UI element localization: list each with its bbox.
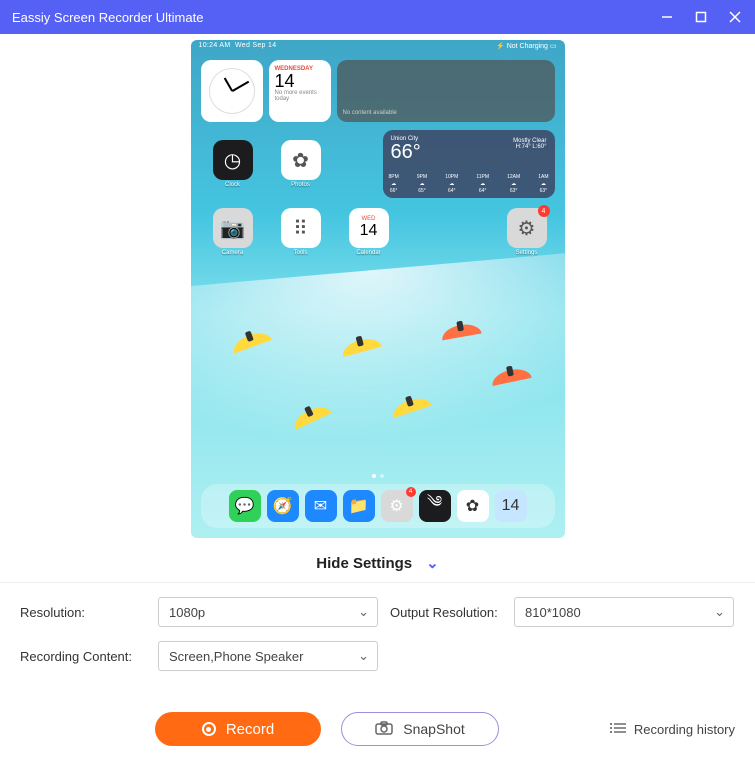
output-resolution-value: 810*1080 bbox=[525, 605, 581, 620]
app-row-2: 📷 Camera ⠿ Tools WED14 Calendar bbox=[213, 208, 389, 256]
badge: 4 bbox=[406, 487, 416, 497]
hide-settings-toggle[interactable]: Hide Settings ⌄ bbox=[0, 544, 755, 582]
surfer-graphic bbox=[290, 402, 331, 430]
app-calendar: WED14 Calendar bbox=[349, 208, 389, 256]
weather-hour: 8PM☁66° bbox=[389, 174, 399, 194]
resolution-label: Resolution: bbox=[20, 605, 146, 620]
weather-hourly: 8PM☁66° 9PM☁65° 10PM☁64° 11PM☁64° 12AM☁63° 1A… bbox=[389, 174, 549, 194]
placeholder-widget: No content available bbox=[337, 60, 555, 122]
status-date: Wed Sep 14 bbox=[235, 42, 276, 49]
ipad-statusbar: 10:24 AM Wed Sep 14 ⚡ Not Charging ▭ bbox=[191, 40, 565, 56]
action-row: Record SnapShot Recording history bbox=[0, 699, 755, 759]
app-clock: ◷ Clock bbox=[213, 140, 253, 188]
toggle-label: Hide Settings bbox=[316, 555, 412, 572]
ipad-mirror: 10:24 AM Wed Sep 14 ⚡ Not Charging ▭ WED… bbox=[191, 40, 565, 538]
widget-row: WEDNESDAY 14 No more events today No con… bbox=[201, 60, 555, 122]
weather-widget: Union City 66° Mostly Clear H:74° L:60° … bbox=[383, 130, 555, 198]
record-label: Record bbox=[226, 721, 274, 738]
camera-icon: 📷 bbox=[213, 208, 253, 248]
app-label: Photos bbox=[291, 182, 310, 188]
output-resolution-label: Output Resolution: bbox=[390, 605, 502, 620]
device-preview-area: 10:24 AM Wed Sep 14 ⚡ Not Charging ▭ WED… bbox=[0, 34, 755, 544]
app-label: Camera bbox=[222, 250, 243, 256]
chevron-down-icon: ⌄ bbox=[426, 554, 439, 572]
app-label: Clock bbox=[225, 182, 240, 188]
record-button[interactable]: Record bbox=[155, 712, 321, 746]
recording-content-label: Recording Content: bbox=[20, 649, 146, 664]
resolution-value: 1080p bbox=[169, 605, 205, 620]
app-row-2-right: ⚙4Settings bbox=[507, 208, 547, 256]
tools-icon: ⠿ bbox=[281, 208, 321, 248]
page-indicator bbox=[372, 474, 384, 478]
app-photos: ✿ Photos bbox=[281, 140, 321, 188]
app-title: Eassiy Screen Recorder Ultimate bbox=[12, 10, 659, 25]
record-icon bbox=[202, 722, 216, 736]
clock-widget bbox=[201, 60, 263, 122]
snapshot-button[interactable]: SnapShot bbox=[341, 712, 499, 746]
snapshot-label: SnapShot bbox=[403, 721, 465, 737]
surfer-graphic bbox=[340, 335, 382, 357]
dock-dark-icon: ༄ bbox=[419, 490, 451, 522]
surfer-graphic bbox=[390, 394, 432, 418]
cal-sub: No more events today bbox=[275, 90, 325, 102]
dock-mail-icon: ✉ bbox=[305, 490, 337, 522]
app-label: Settings bbox=[516, 250, 538, 256]
app-settings: ⚙4Settings bbox=[507, 208, 547, 256]
dock-calsmall-icon: 14 bbox=[495, 490, 527, 522]
weather-hour: 1AM☁63° bbox=[538, 174, 548, 194]
recording-content-value: Screen,Phone Speaker bbox=[169, 649, 303, 664]
weather-cond: Mostly Clear H:74° L:60° bbox=[513, 138, 546, 150]
app-row-1: ◷ Clock ✿ Photos bbox=[213, 140, 321, 188]
minimize-icon[interactable] bbox=[659, 9, 675, 25]
app-label: Tools bbox=[293, 250, 307, 256]
dock-messages-icon: 💬 bbox=[229, 490, 261, 522]
photos-icon: ✿ bbox=[281, 140, 321, 180]
chevron-down-icon: ⌄ bbox=[714, 604, 725, 620]
badge: 4 bbox=[538, 205, 550, 217]
app-tools: ⠿ Tools bbox=[281, 208, 321, 256]
titlebar: Eassiy Screen Recorder Ultimate bbox=[0, 0, 755, 34]
output-resolution-select[interactable]: 810*1080 ⌄ bbox=[514, 597, 734, 627]
ipad-dock: 💬🧭✉📁⚙4༄✿14 bbox=[201, 484, 555, 528]
surfer-graphic bbox=[230, 329, 272, 354]
weather-hour: 12AM☁63° bbox=[507, 174, 520, 194]
dock-files-icon: 📁 bbox=[343, 490, 375, 522]
dock-appstore-icon: ⚙4 bbox=[381, 490, 413, 522]
clock-icon: ◷ bbox=[213, 140, 253, 180]
app-camera: 📷 Camera bbox=[213, 208, 253, 256]
calendar-icon: WED14 bbox=[349, 208, 389, 248]
settings-panel: Resolution: 1080p ⌄ Output Resolution: 8… bbox=[0, 582, 755, 699]
surfer-graphic bbox=[490, 366, 532, 386]
maximize-icon[interactable] bbox=[693, 9, 709, 25]
status-battery: ⚡ Not Charging ▭ bbox=[496, 42, 556, 54]
status-time: 10:24 AM bbox=[199, 42, 231, 49]
surfer-graphic bbox=[440, 322, 481, 341]
recording-content-select[interactable]: Screen,Phone Speaker ⌄ bbox=[158, 641, 378, 671]
close-icon[interactable] bbox=[727, 9, 743, 25]
camera-icon bbox=[375, 721, 393, 738]
recording-history-link[interactable]: Recording history bbox=[610, 722, 735, 737]
chevron-down-icon: ⌄ bbox=[358, 648, 369, 664]
weather-hour: 10PM☁64° bbox=[445, 174, 458, 194]
dock-safari-icon: 🧭 bbox=[267, 490, 299, 522]
window-controls bbox=[659, 9, 743, 25]
calendar-widget: WEDNESDAY 14 No more events today bbox=[269, 60, 331, 122]
cal-daynum: 14 bbox=[275, 72, 325, 90]
list-icon bbox=[610, 722, 626, 737]
history-label: Recording history bbox=[634, 722, 735, 737]
placeholder-text: No content available bbox=[343, 110, 397, 116]
chevron-down-icon: ⌄ bbox=[358, 604, 369, 620]
analog-clock-icon bbox=[209, 68, 255, 114]
dock-photos-icon: ✿ bbox=[457, 490, 489, 522]
weather-hour: 11PM☁64° bbox=[476, 174, 489, 194]
app-label: Calendar bbox=[356, 250, 380, 256]
weather-hour: 9PM☁65° bbox=[417, 174, 427, 194]
resolution-select[interactable]: 1080p ⌄ bbox=[158, 597, 378, 627]
